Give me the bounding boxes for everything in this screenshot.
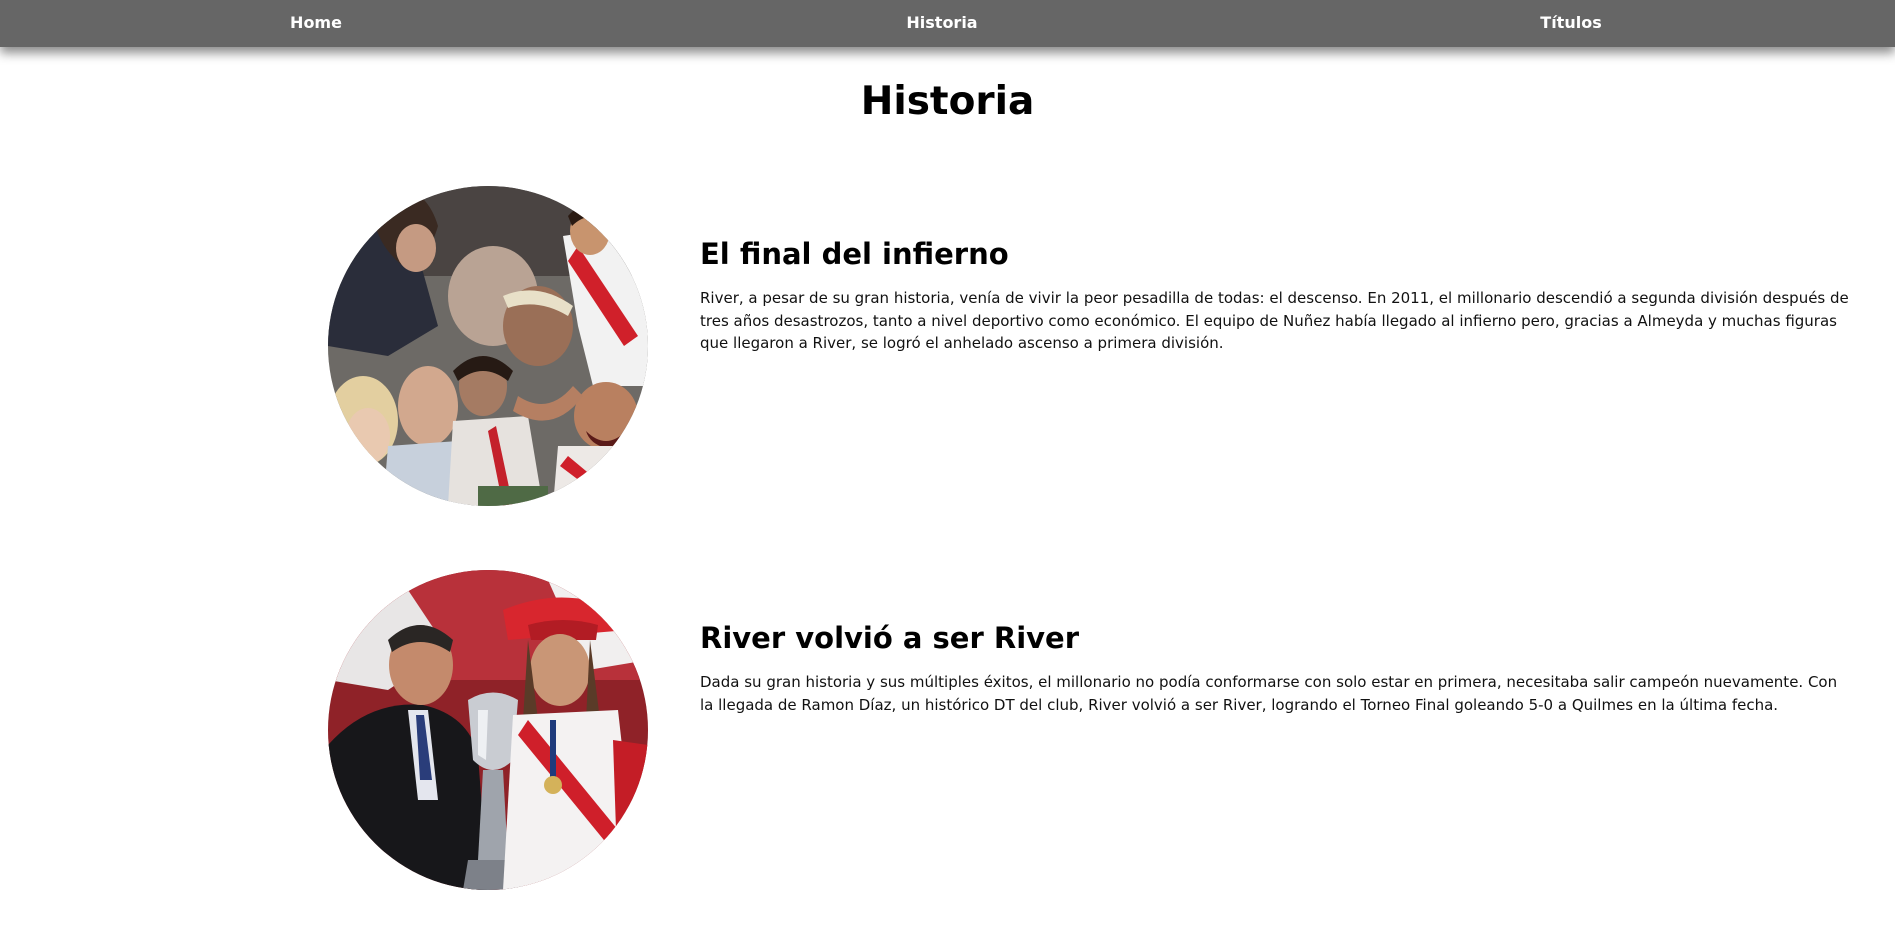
- nav-titulos-link[interactable]: Títulos: [1540, 0, 1601, 47]
- history-section-campeon: River volvió a ser River Dada su gran hi…: [0, 570, 1895, 892]
- section-paragraph: Dada su gran historia y sus múltiples éx…: [700, 673, 1838, 714]
- page-title: Historia: [860, 79, 1035, 124]
- section-heading: El final del infierno: [700, 237, 1009, 271]
- top-navbar: Home Historia Títulos: [0, 0, 1895, 47]
- campeones-trophy-image: [328, 570, 648, 890]
- descenso-collage-image: [328, 186, 648, 506]
- section-paragraph: River, a pesar de su gran historia, vení…: [700, 289, 1849, 352]
- history-section-descenso: El final del infierno River, a pesar de …: [0, 186, 1895, 508]
- section-heading: River volvió a ser River: [700, 621, 1080, 655]
- nav-home-link[interactable]: Home: [290, 0, 342, 47]
- nav-historia-link[interactable]: Historia: [906, 0, 977, 47]
